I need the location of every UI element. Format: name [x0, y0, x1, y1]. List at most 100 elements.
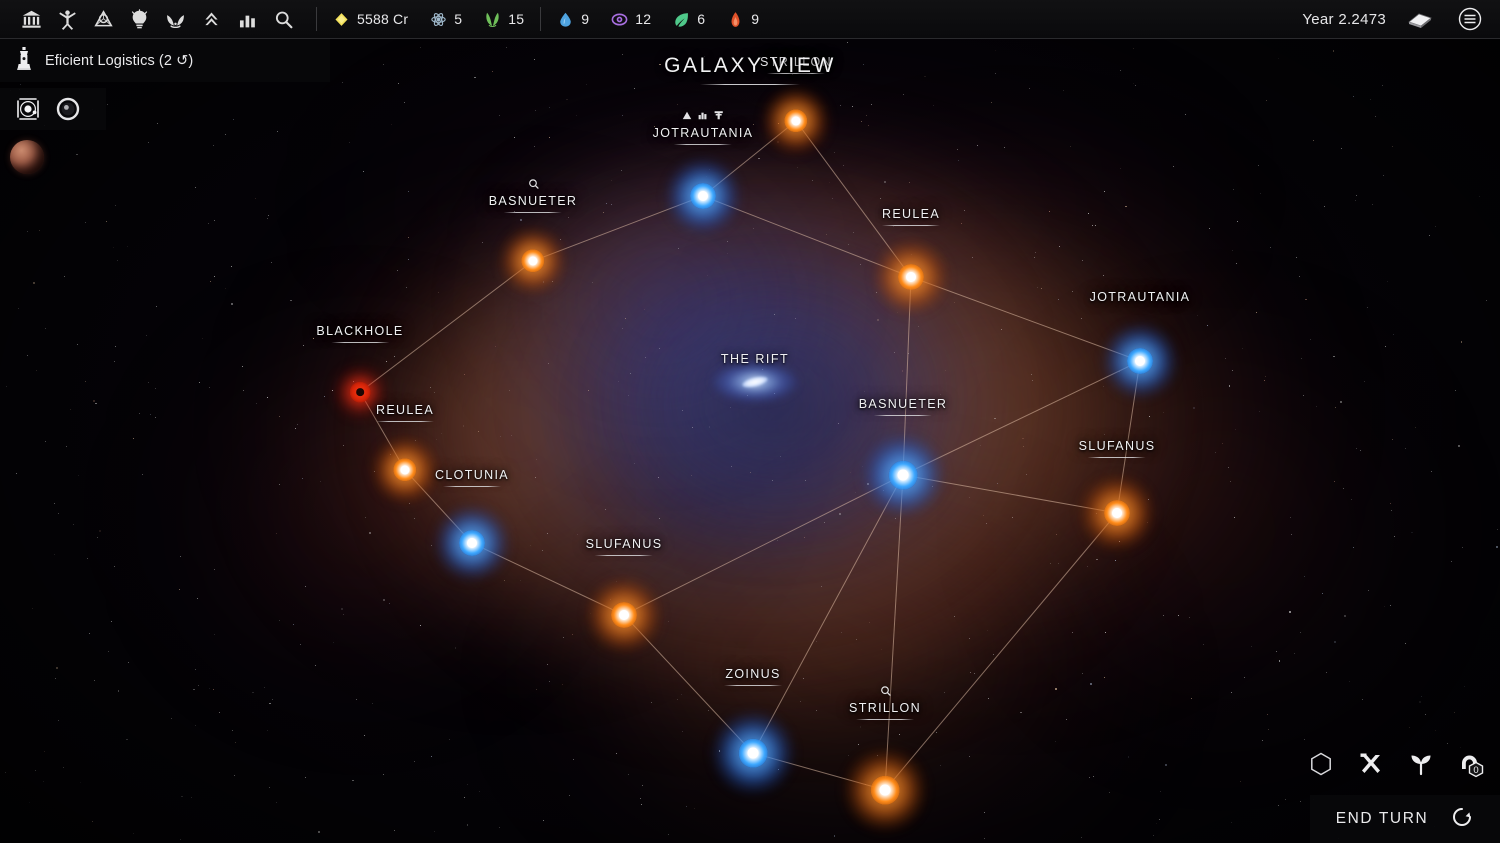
government-icon[interactable]: [14, 4, 48, 34]
fleet-badge-icon[interactable]: 0: [1456, 749, 1486, 779]
current-research-bar[interactable]: Eficient Logistics (2 ↺): [0, 39, 330, 82]
star-label-text: BLACKHOLE: [316, 324, 404, 338]
star-label-text: JOTRAUTANIA: [652, 126, 754, 140]
star-label-underline: [442, 486, 501, 487]
star-node-jotrautania-top[interactable]: JOTRAUTANIA: [653, 111, 752, 236]
galaxy-view-screen: 5588 Cr 5 15 9 12 6 9 Year 2.2473 Eficie…: [0, 0, 1500, 843]
star-node-slufanus-sw[interactable]: SLUFANUS: [584, 537, 664, 655]
star-label-text: JOTRAUTANIA: [1089, 290, 1191, 304]
water-drop-icon: [557, 11, 574, 28]
resource-value-science: 5: [454, 11, 463, 27]
end-turn-button[interactable]: END TURN: [1310, 795, 1500, 843]
star-label-underline: [874, 415, 932, 416]
star-label-underline: [767, 73, 825, 74]
outpost-icon: [714, 110, 725, 121]
star-label-underline: [856, 719, 914, 720]
star-label-clotunia-w[interactable]: CLOTUNIA: [435, 468, 509, 487]
star-node-reulea-ne[interactable]: REULEA: [871, 207, 951, 317]
star-label-slufanus-e[interactable]: SLUFANUS: [1079, 439, 1156, 458]
research-label: Eficient Logistics (2 ↺): [45, 52, 194, 69]
technology-icon[interactable]: [86, 4, 120, 34]
resource-organics[interactable]: 6: [673, 11, 705, 28]
resource-credits[interactable]: 5588 Cr: [333, 11, 408, 28]
fleet-count-badge: 0: [1473, 765, 1478, 776]
star-label-zoinus-s[interactable]: ZOINUS: [724, 667, 782, 686]
star-label-blackhole-w[interactable]: BLACKHOLE: [316, 324, 403, 343]
star-label-text: SLUFANUS: [585, 537, 663, 551]
galaxy-map[interactable]: THE RIFT STRILLON JOTRAUTANIA BASNUETER …: [0, 0, 1500, 843]
resource-water[interactable]: 9: [557, 11, 589, 28]
top-bar: 5588 Cr 5 15 9 12 6 9 Year 2.2473: [0, 0, 1500, 39]
leaf-icon: [673, 11, 690, 28]
star-label-basnueter-center[interactable]: BASNUETER: [859, 397, 948, 416]
survey-magnifier-icon: [528, 178, 539, 189]
star-label-jotrautania-e[interactable]: JOTRAUTANIA: [1090, 290, 1191, 304]
selected-planet-thumbnail[interactable]: [10, 140, 44, 174]
star-label-text: REULEA: [375, 403, 435, 417]
research-icon[interactable]: [122, 4, 156, 34]
star-node-clotunia-w[interactable]: CLOTUNIA: [432, 468, 512, 583]
industry-icon: [698, 110, 709, 121]
year-display: Year 2.2473: [1302, 10, 1386, 28]
search-icon[interactable]: [266, 4, 300, 34]
codex-book-icon[interactable]: [1404, 4, 1436, 34]
star-status-icons: [682, 110, 725, 121]
resource-energy[interactable]: 9: [727, 11, 759, 28]
survey-magnifier-icon: [880, 685, 891, 696]
hex-grid-icon[interactable]: [1306, 749, 1336, 779]
system-orbit-icon[interactable]: [13, 94, 43, 124]
resource-divider: [540, 7, 542, 31]
population-icon[interactable]: [50, 4, 84, 34]
star-label-reulea-ne[interactable]: REULEA: [882, 207, 940, 226]
star-status-icons: [528, 178, 539, 189]
resource-value-organics: 6: [697, 11, 706, 27]
resource-value-water: 9: [581, 11, 590, 27]
star-label-slufanus-sw[interactable]: SLUFANUS: [586, 537, 663, 556]
star-label-strillon-top[interactable]: STRILLON: [760, 55, 832, 74]
resource-value-influence: 15: [508, 11, 525, 27]
flame-icon: [727, 11, 744, 28]
resource-psionics[interactable]: 12: [611, 11, 651, 28]
resource-influence[interactable]: 15: [484, 11, 524, 28]
star-node-basnueter-center[interactable]: BASNUETER: [859, 397, 947, 519]
star-node-strillon-top[interactable]: STRILLON: [760, 55, 832, 157]
atom-icon: [430, 11, 447, 28]
view-mode-toggles: [0, 88, 106, 130]
star-node-slufanus-e[interactable]: SLUFANUS: [1077, 439, 1157, 553]
primary-resource-group: 5588 Cr 5 15: [333, 11, 524, 28]
top-bar-right: Year 2.2473: [1302, 4, 1500, 34]
planet-ring-icon[interactable]: [53, 94, 83, 124]
star-label-reulea-w[interactable]: REULEA: [376, 403, 434, 422]
star-node-reulea-w[interactable]: REULEA: [369, 403, 441, 506]
star-label-text: REULEA: [881, 207, 941, 221]
refresh-arrow-icon: [1450, 805, 1474, 834]
research-tower-icon: [14, 46, 34, 75]
star-label-text: STRILLON: [849, 701, 921, 715]
star-node-jotrautania-e[interactable]: JOTRAUTANIA: [1090, 290, 1189, 401]
toolbar-divider: [316, 7, 317, 31]
resource-value-credits: 5588 Cr: [357, 11, 409, 27]
hamburger-menu-icon[interactable]: [1454, 4, 1486, 34]
map-tool-icons: 0: [1306, 749, 1486, 779]
star-label-text: ZOINUS: [725, 667, 781, 681]
crossed-hammers-icon[interactable]: [1356, 749, 1386, 779]
star-label-underline: [724, 685, 782, 686]
star-label-underline: [504, 212, 562, 213]
end-turn-label: END TURN: [1335, 810, 1429, 827]
star-node-basnueter-nw[interactable]: BASNUETER: [489, 179, 576, 297]
sprout-icon[interactable]: [1406, 749, 1436, 779]
star-label-basnueter-nw[interactable]: BASNUETER: [489, 194, 578, 213]
star-label-jotrautania-top[interactable]: JOTRAUTANIA: [653, 126, 754, 145]
star-label-underline: [882, 225, 940, 226]
diplomacy-icon[interactable]: [158, 4, 192, 34]
military-icon[interactable]: [194, 4, 228, 34]
star-label-text: BASNUETER: [858, 397, 948, 411]
star-node-strillon-s[interactable]: STRILLON: [841, 686, 929, 834]
resource-science[interactable]: 5: [430, 11, 462, 28]
star-label-text: CLOTUNIA: [434, 468, 510, 482]
statistics-icon[interactable]: [230, 4, 264, 34]
star-label-strillon-s[interactable]: STRILLON: [849, 701, 921, 720]
star-node-zoinus-s[interactable]: ZOINUS: [709, 667, 797, 797]
star-status-icons: [880, 685, 891, 696]
star-label-text: SLUFANUS: [1078, 439, 1156, 453]
